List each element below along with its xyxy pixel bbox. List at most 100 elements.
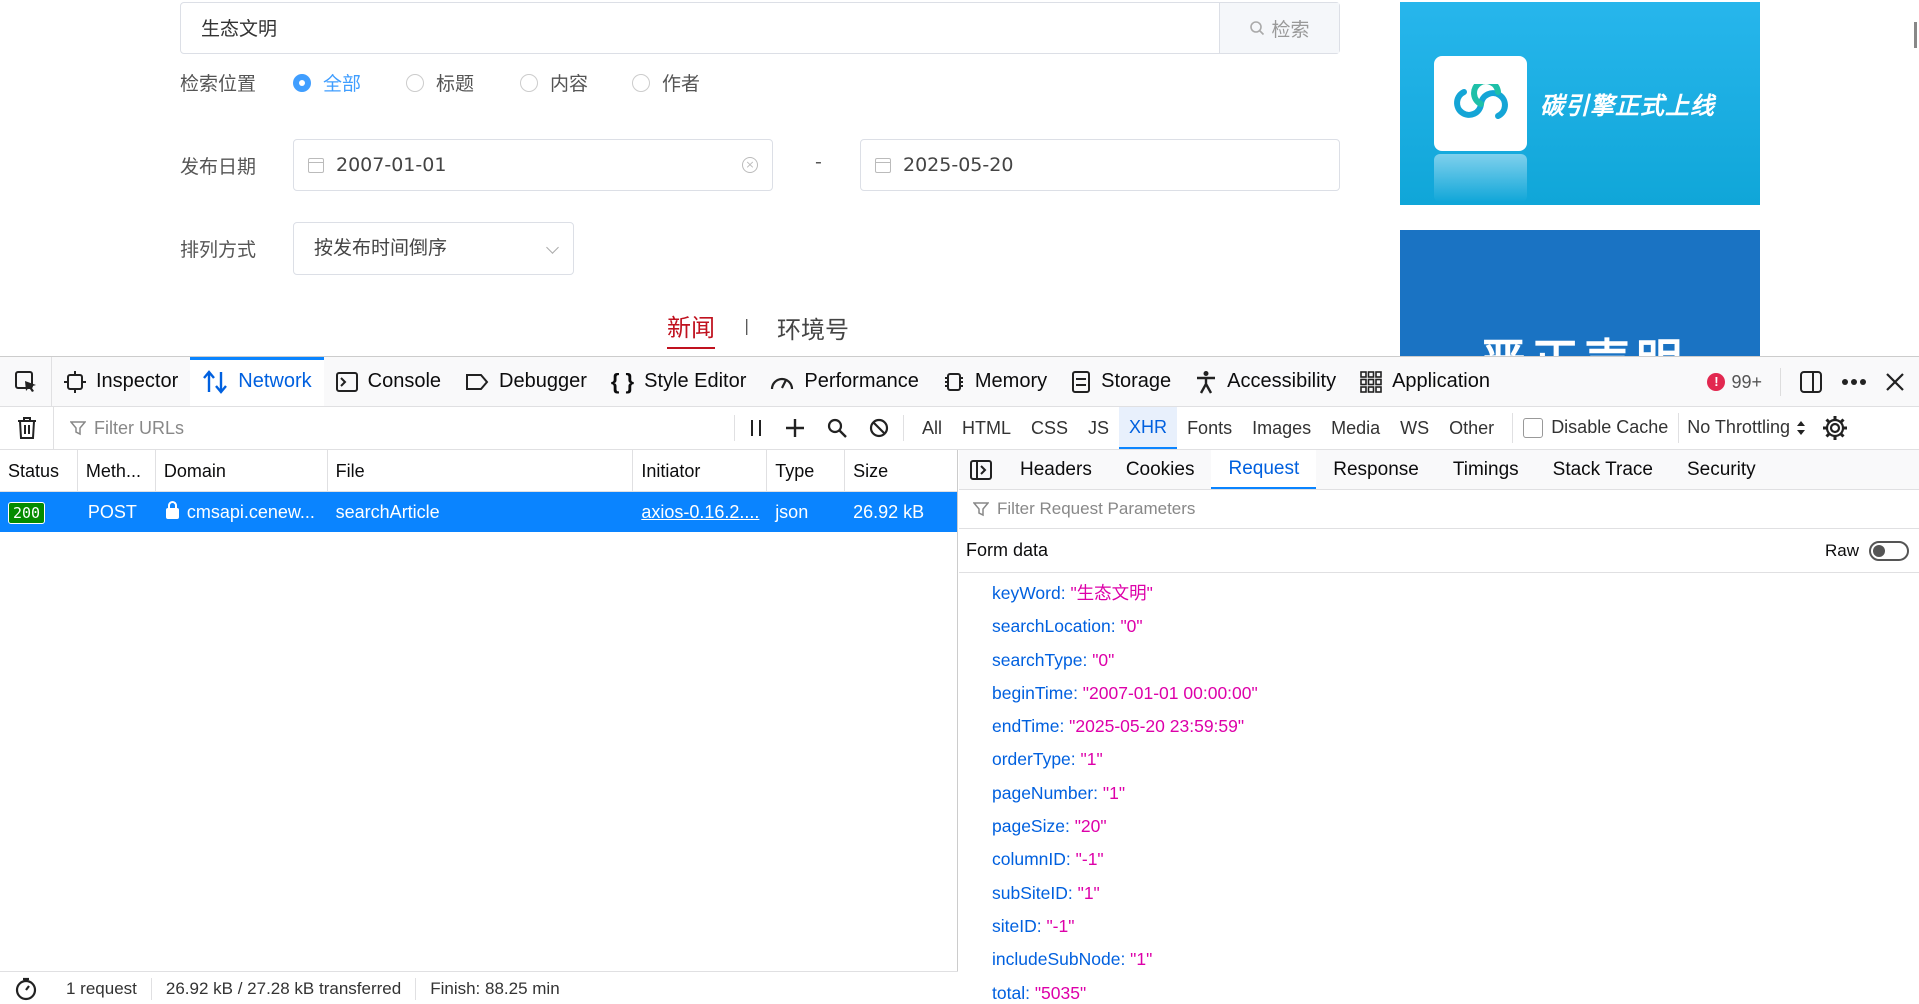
radio-author[interactable]: 作者 xyxy=(632,69,700,96)
tab-label: Network xyxy=(238,370,312,392)
form-param-row[interactable]: searchType: "0" xyxy=(959,644,1919,677)
close-icon[interactable] xyxy=(1885,372,1905,392)
block-icon[interactable] xyxy=(869,418,889,438)
param-colon: : xyxy=(1059,716,1070,737)
tab-style-editor[interactable]: { } Style Editor xyxy=(599,357,759,406)
clear-icon[interactable]: × xyxy=(742,157,758,173)
raw-toggle[interactable]: Raw xyxy=(1825,540,1909,561)
date-separator: - xyxy=(815,151,822,173)
element-picker-button[interactable] xyxy=(0,357,52,406)
toggle-switch[interactable] xyxy=(1869,540,1909,561)
status-cell: 200 xyxy=(0,492,78,532)
ad-banner-text: 碳引擎正式上线 xyxy=(1540,92,1715,120)
tab-cookies[interactable]: Cookies xyxy=(1109,450,1212,489)
tab-inspector[interactable]: Inspector xyxy=(52,357,190,406)
filter-js[interactable]: JS xyxy=(1078,407,1119,449)
filter-params-input[interactable]: Filter Request Parameters xyxy=(959,490,1919,529)
tab-security[interactable]: Security xyxy=(1670,450,1773,489)
filter-css[interactable]: CSS xyxy=(1021,407,1078,449)
form-param-row[interactable]: beginTime: "2007-01-01 00:00:00" xyxy=(959,677,1919,710)
tab-memory[interactable]: Memory xyxy=(931,357,1059,406)
form-param-row[interactable]: pageSize: "20" xyxy=(959,810,1919,843)
checkbox[interactable] xyxy=(1523,417,1544,438)
tab-application[interactable]: Application xyxy=(1348,357,1502,406)
ad-banner-statement[interactable]: 严正声明 xyxy=(1400,230,1760,356)
disable-cache-label: Disable Cache xyxy=(1551,417,1669,438)
form-param-row[interactable]: subSiteID: "1" xyxy=(959,877,1919,910)
radio-all[interactable]: 全部 xyxy=(293,69,361,96)
sort-select[interactable]: 按发布时间倒序 xyxy=(293,222,574,275)
throttling-select[interactable]: No Throttling xyxy=(1678,413,1814,443)
tab-label: Performance xyxy=(804,370,919,392)
tab-headers[interactable]: Headers xyxy=(1003,450,1109,489)
filter-media[interactable]: Media xyxy=(1321,407,1390,449)
radio-content[interactable]: 内容 xyxy=(520,69,588,96)
stopwatch-icon[interactable] xyxy=(0,977,52,1001)
filter-images[interactable]: Images xyxy=(1242,407,1321,449)
tab-stack-trace[interactable]: Stack Trace xyxy=(1536,450,1670,489)
form-param-row[interactable]: total: "5035" xyxy=(959,977,1919,1004)
ad-banner-carbon[interactable]: 碳引擎正式上线 xyxy=(1400,2,1760,205)
radio-label: 标题 xyxy=(436,73,475,95)
filter-ws[interactable]: WS xyxy=(1390,407,1439,449)
more-options-icon[interactable] xyxy=(1841,378,1867,386)
initiator-link[interactable]: axios-0.16.2.... xyxy=(633,492,767,532)
settings-gear-icon[interactable] xyxy=(1814,415,1848,441)
column-status[interactable]: Status xyxy=(0,450,78,491)
sort-select-value: 按发布时间倒序 xyxy=(314,237,448,259)
tab-env[interactable]: 环境号 xyxy=(777,310,849,345)
details-tabs: Headers Cookies Request Response Timings… xyxy=(959,450,1919,490)
form-param-row[interactable]: searchLocation: "0" xyxy=(959,610,1919,643)
picker-icon xyxy=(14,370,36,392)
tab-label: Accessibility xyxy=(1227,370,1337,392)
filter-urls-input[interactable]: Filter URLs xyxy=(54,418,734,439)
tab-network[interactable]: Network xyxy=(190,357,324,406)
column-size[interactable]: Size xyxy=(845,450,957,491)
page-scrollbar[interactable] xyxy=(1914,22,1917,48)
form-param-row[interactable]: pageNumber: "1" xyxy=(959,777,1919,810)
search-icon[interactable] xyxy=(827,418,847,438)
form-param-row[interactable]: siteID: "-1" xyxy=(959,910,1919,943)
performance-icon xyxy=(771,377,794,389)
form-param-row[interactable]: includeSubNode: "1" xyxy=(959,943,1919,976)
tab-news[interactable]: 新闻 xyxy=(667,308,715,349)
plus-icon[interactable] xyxy=(785,418,805,438)
tab-request[interactable]: Request xyxy=(1211,450,1317,489)
tab-storage[interactable]: Storage xyxy=(1059,357,1183,406)
column-domain[interactable]: Domain xyxy=(156,450,328,491)
tab-accessibility[interactable]: Accessibility xyxy=(1183,357,1348,406)
column-type[interactable]: Type xyxy=(767,450,846,491)
tab-console[interactable]: Console xyxy=(324,357,453,406)
search-input[interactable]: 生态文明 xyxy=(181,3,1219,53)
ad-banner-text: 严正声明 xyxy=(1480,325,1688,356)
column-method[interactable]: Meth... xyxy=(78,450,156,491)
filter-fonts[interactable]: Fonts xyxy=(1177,407,1242,449)
date-from-field[interactable]: 2007-01-01 × xyxy=(293,139,773,191)
radio-title[interactable]: 标题 xyxy=(406,69,474,96)
dock-side-icon[interactable] xyxy=(1799,370,1823,394)
form-param-row[interactable]: endTime: "2025-05-20 23:59:59" xyxy=(959,710,1919,743)
form-param-row[interactable]: orderType: "1" xyxy=(959,743,1919,776)
disable-cache-checkbox[interactable]: Disable Cache xyxy=(1512,413,1678,443)
tab-timings[interactable]: Timings xyxy=(1436,450,1536,489)
clear-requests-button[interactable] xyxy=(0,407,54,449)
form-param-row[interactable]: columnID: "-1" xyxy=(959,843,1919,876)
column-file[interactable]: File xyxy=(328,450,634,491)
search-button[interactable]: 检索 xyxy=(1219,3,1339,53)
column-initiator[interactable]: Initiator xyxy=(633,450,768,491)
filter-all[interactable]: All xyxy=(912,407,952,449)
form-param-row[interactable]: keyWord: "生态文明" xyxy=(959,577,1919,610)
table-row[interactable]: 200 POST cmsapi.cenew... searchArticle a… xyxy=(0,492,957,532)
tab-response[interactable]: Response xyxy=(1316,450,1436,489)
tab-debugger[interactable]: Debugger xyxy=(453,357,599,406)
date-to-field[interactable]: 2025-05-20 xyxy=(860,139,1340,191)
toggle-sidebar-icon[interactable] xyxy=(959,450,1003,489)
pause-icon[interactable] xyxy=(749,419,763,437)
filter-xhr[interactable]: XHR xyxy=(1119,407,1178,449)
error-count-badge[interactable]: ! 99+ xyxy=(1707,372,1762,393)
filter-html[interactable]: HTML xyxy=(952,407,1021,449)
param-key: siteID xyxy=(992,915,1037,936)
filter-other[interactable]: Other xyxy=(1439,407,1504,449)
tab-performance[interactable]: Performance xyxy=(758,357,931,406)
radio-dot xyxy=(632,73,650,92)
